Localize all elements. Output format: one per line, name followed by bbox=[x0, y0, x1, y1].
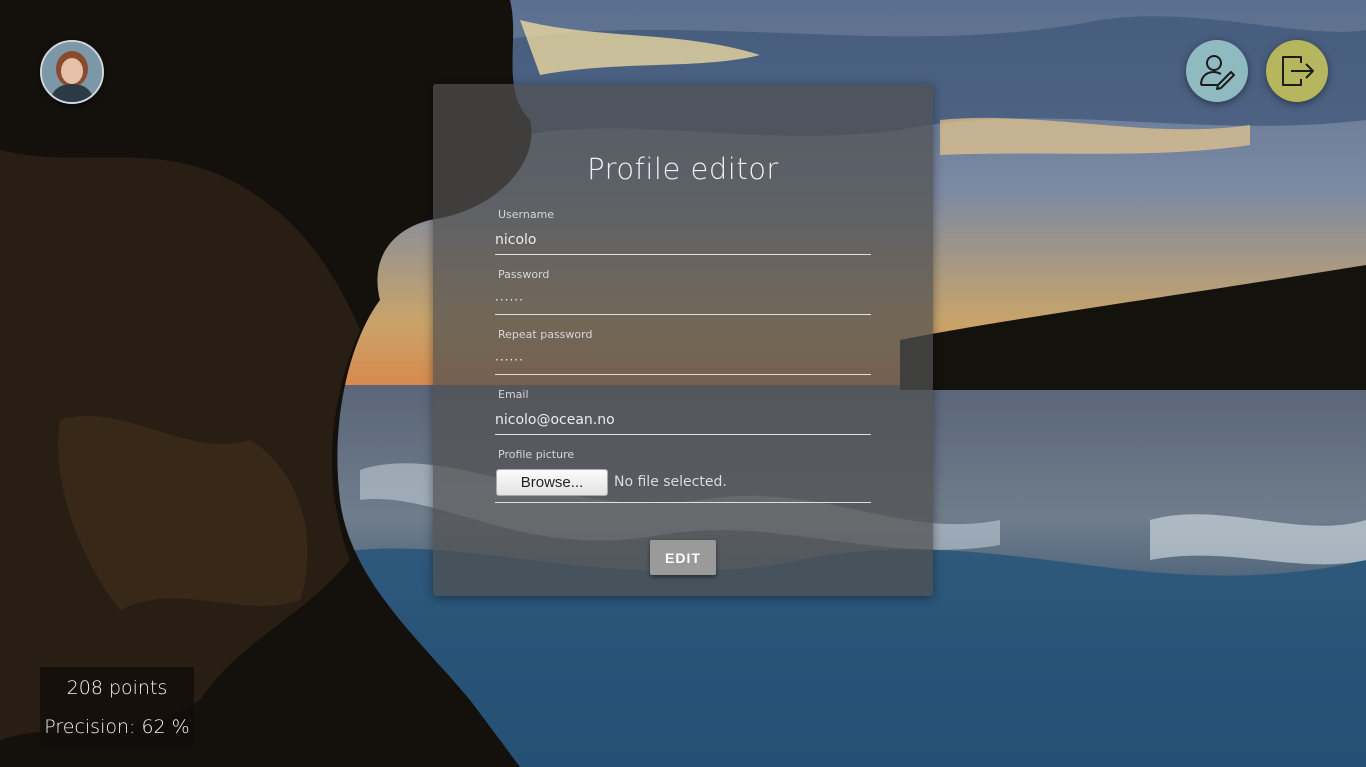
username-label: Username bbox=[498, 208, 555, 221]
email-input[interactable] bbox=[495, 405, 871, 435]
stats-box: 208 points Precision: 62 % bbox=[40, 667, 194, 747]
avatar-photo bbox=[42, 42, 102, 102]
edit-profile-button[interactable] bbox=[1186, 40, 1248, 102]
logout-icon bbox=[1282, 56, 1314, 86]
file-picker: Browse... No file selected. bbox=[495, 465, 871, 503]
browse-button[interactable]: Browse... bbox=[496, 469, 608, 496]
points-text: 208 points bbox=[66, 677, 168, 699]
repeat-password-label: Repeat password bbox=[498, 328, 593, 341]
logout-button[interactable] bbox=[1266, 40, 1328, 102]
profile-picture-label: Profile picture bbox=[498, 448, 575, 461]
username-input[interactable] bbox=[495, 225, 871, 255]
avatar[interactable] bbox=[40, 40, 104, 104]
edit-button[interactable]: EDIT bbox=[650, 540, 716, 575]
email-label: Email bbox=[498, 388, 529, 401]
password-input[interactable] bbox=[495, 285, 871, 315]
profile-editor-panel: Profile editor Username Password Repeat … bbox=[433, 84, 933, 596]
page-title: Profile editor bbox=[587, 152, 779, 186]
file-status: No file selected. bbox=[614, 474, 727, 490]
user-edit-icon bbox=[1200, 55, 1235, 90]
repeat-password-input[interactable] bbox=[495, 345, 871, 375]
page: Profile editor Username Password Repeat … bbox=[0, 0, 1366, 767]
password-label: Password bbox=[498, 268, 550, 281]
precision-text: Precision: 62 % bbox=[44, 716, 190, 738]
